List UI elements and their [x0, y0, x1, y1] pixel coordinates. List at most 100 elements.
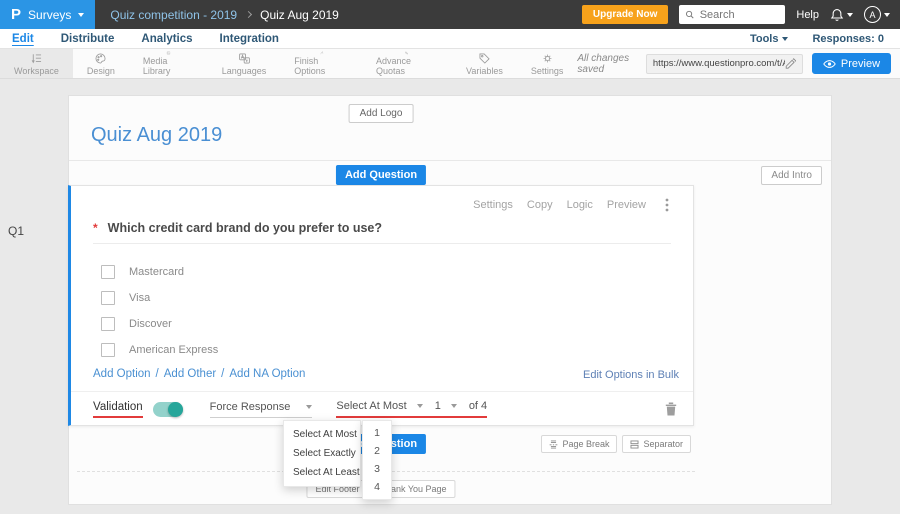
breadcrumb-current: Quiz Aug 2019: [260, 7, 339, 22]
breadcrumb-parent[interactable]: Quiz competition - 2019: [110, 8, 237, 22]
link-separator: /: [221, 368, 225, 380]
option-checkbox[interactable]: [101, 264, 115, 279]
edit-options-in-bulk-link[interactable]: Edit Options in Bulk: [583, 369, 679, 381]
toolbar-item-workspace[interactable]: Workspace: [0, 49, 73, 78]
answer-option-row: Discover: [101, 316, 218, 331]
workspace-icon: [31, 53, 41, 63]
add-logo-button[interactable]: Add Logo: [348, 104, 414, 123]
delete-question-button[interactable]: [665, 402, 677, 416]
menu-item-count-4[interactable]: 4: [363, 478, 391, 496]
select-type-dropdown-menu: Select At Most Select Exactly Select At …: [283, 420, 361, 487]
tools-menu[interactable]: Tools: [750, 33, 789, 45]
option-checkbox[interactable]: [101, 316, 115, 331]
preview-button[interactable]: Preview: [811, 53, 892, 74]
option-label[interactable]: Mastercard: [129, 266, 184, 278]
option-label[interactable]: American Express: [129, 344, 218, 356]
gears-icon: [405, 51, 409, 55]
question-card: Settings Copy Logic Preview * Which cred…: [68, 185, 694, 426]
question-actions: Settings Copy Logic Preview: [473, 198, 669, 212]
editor-toolbar: Workspace Design Media Library Languages…: [0, 49, 900, 79]
menu-item-count-1[interactable]: 1: [363, 424, 391, 442]
top-navbar: P Surveys Quiz competition - 2019 Quiz A…: [0, 0, 900, 29]
upgrade-now-button[interactable]: Upgrade Now: [581, 5, 669, 24]
surveys-product-menu[interactable]: P Surveys: [0, 0, 96, 29]
tab-distribute[interactable]: Distribute: [61, 33, 115, 45]
add-na-option-link[interactable]: Add NA Option: [229, 368, 305, 380]
required-asterisk: *: [93, 221, 98, 235]
question-preview-link[interactable]: Preview: [607, 199, 646, 211]
force-response-dropdown[interactable]: Force Response: [209, 401, 313, 418]
chevron-down-icon: [416, 404, 423, 408]
chevron-down-icon: [78, 12, 85, 17]
avatar: A: [864, 6, 881, 23]
add-option-link[interactable]: Add Option: [93, 368, 151, 380]
bell-icon: [830, 8, 844, 21]
add-question-button-top[interactable]: Add Question: [335, 165, 427, 185]
validation-rule-group: Select At Most 1 of 4: [336, 400, 488, 418]
menu-item-select-exactly[interactable]: Select Exactly: [284, 444, 360, 463]
account-menu[interactable]: A: [864, 6, 890, 23]
toolbar-item-design[interactable]: Design: [73, 49, 129, 78]
validation-toggle[interactable]: [152, 401, 183, 417]
topbar-right-actions: Upgrade Now Help A: [581, 5, 900, 24]
chevron-down-icon: [306, 404, 313, 409]
validation-label: Validation: [93, 401, 143, 418]
select-type-dropdown[interactable]: Select At Most: [336, 400, 423, 412]
toolbar-item-media-library[interactable]: Media Library: [129, 49, 208, 78]
questionpro-survey-editor: P Surveys Quiz competition - 2019 Quiz A…: [0, 0, 900, 514]
answer-option-row: American Express: [101, 342, 218, 357]
question-copy-link[interactable]: Copy: [527, 199, 553, 211]
toolbar-item-finish-options[interactable]: Finish Options: [280, 49, 362, 78]
questionpro-logo: P: [11, 6, 22, 23]
option-label[interactable]: Visa: [129, 292, 150, 304]
question-more-menu[interactable]: [665, 198, 669, 212]
survey-url-input[interactable]: [652, 58, 785, 69]
trash-icon: [665, 402, 677, 416]
tools-label: Tools: [749, 32, 779, 45]
search-input[interactable]: [699, 8, 780, 21]
toolbar-item-label: Media Library: [142, 56, 171, 76]
chevron-down-icon: [847, 12, 853, 17]
help-link[interactable]: Help: [796, 9, 819, 21]
menu-item-count-3[interactable]: 3: [363, 460, 391, 478]
toolbar-item-label: Workspace: [14, 65, 59, 76]
toolbar-item-variables[interactable]: Variables: [452, 49, 517, 78]
option-checkbox[interactable]: [101, 290, 115, 305]
link-separator: /: [155, 368, 159, 380]
search-icon: [686, 10, 694, 19]
survey-canvas-card: Add Logo Quiz Aug 2019 Add Question Add …: [68, 95, 832, 505]
tab-integration[interactable]: Integration: [220, 33, 279, 45]
toolbar-item-advance-quotas[interactable]: Advance Quotas: [362, 49, 452, 78]
separator-icon: [630, 440, 639, 448]
answer-option-row: Visa: [101, 290, 218, 305]
title-divider: [69, 160, 831, 161]
add-intro-button[interactable]: Add Intro: [761, 166, 822, 185]
separator-button[interactable]: Separator: [622, 435, 691, 453]
responses-count[interactable]: Responses: 0: [812, 33, 884, 45]
tab-edit[interactable]: Edit: [12, 33, 34, 45]
question-settings-link[interactable]: Settings: [473, 199, 513, 211]
option-checkbox[interactable]: [101, 342, 115, 357]
menu-item-select-at-least[interactable]: Select At Least: [284, 463, 360, 482]
question-text[interactable]: Which credit card brand do you prefer to…: [108, 221, 382, 235]
toolbar-item-languages[interactable]: Languages: [208, 49, 281, 78]
toolbar-item-settings[interactable]: Settings: [517, 49, 578, 78]
survey-url-field[interactable]: [645, 53, 803, 74]
tab-analytics[interactable]: Analytics: [141, 33, 192, 45]
pencil-icon[interactable]: [785, 58, 796, 69]
chevron-down-icon: [884, 12, 890, 17]
add-other-link[interactable]: Add Other: [164, 368, 216, 380]
question-text-underline: [93, 243, 671, 244]
notifications-button[interactable]: [830, 8, 853, 22]
question-logic-link[interactable]: Logic: [567, 199, 593, 211]
toolbar-item-label: Variables: [466, 65, 503, 76]
survey-title[interactable]: Quiz Aug 2019: [91, 124, 222, 147]
option-label[interactable]: Discover: [129, 318, 172, 330]
select-count-dropdown[interactable]: 1: [435, 400, 457, 412]
global-search[interactable]: [679, 5, 786, 24]
toolbar-item-label: Design: [86, 65, 115, 76]
page-break-button[interactable]: Page Break: [541, 435, 618, 453]
menu-item-select-at-most[interactable]: Select At Most: [284, 425, 360, 444]
menu-item-count-2[interactable]: 2: [363, 442, 391, 460]
image-icon: [166, 51, 170, 55]
